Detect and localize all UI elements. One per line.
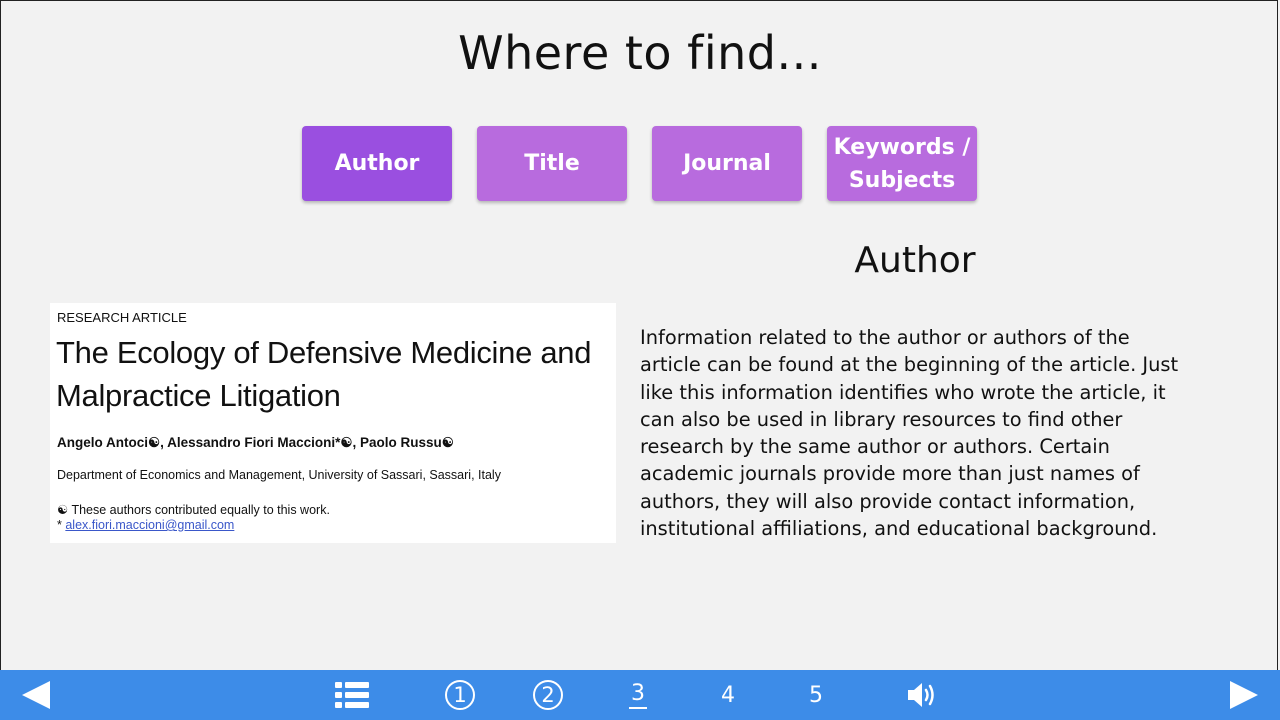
article-contribution-note: ☯ These authors contributed equally to t… (57, 503, 330, 517)
article-authors: Angelo Antoci☯, Alessandro Fiori Maccion… (57, 435, 454, 450)
section-body: Information related to the author or aut… (640, 326, 1179, 541)
article-affiliation: Department of Economics and Management, … (57, 468, 501, 482)
article-excerpt-image: RESEARCH ARTICLE The Ecology of Defensiv… (50, 303, 616, 543)
page-number: 2 (533, 680, 563, 710)
article-email-row: * alex.fiori.maccioni@gmail.com (57, 518, 234, 532)
article-title: The Ecology of Defensive Medicine and Ma… (56, 335, 592, 413)
page-number: 4 (721, 682, 735, 708)
tab-title[interactable]: Title (477, 126, 627, 201)
page-button-4[interactable]: 4 (708, 670, 748, 720)
tab-author[interactable]: Author (302, 126, 452, 201)
section-heading: Author (854, 240, 976, 281)
bottom-nav-bar: 1 2 3 4 5 (0, 670, 1280, 720)
triangle-left-icon (22, 681, 50, 709)
sound-button[interactable] (902, 670, 946, 720)
tab-journal[interactable]: Journal (652, 126, 802, 201)
tab-keywords-subjects[interactable]: Keywords / Subjects (827, 126, 977, 201)
speaker-icon (908, 683, 934, 707)
next-button[interactable] (1224, 670, 1264, 720)
menu-button[interactable] (330, 670, 374, 720)
page-button-2[interactable]: 2 (528, 670, 568, 720)
page-button-5[interactable]: 5 (796, 670, 836, 720)
page-number: 1 (445, 680, 475, 710)
page-button-3[interactable]: 3 (618, 670, 658, 720)
prev-button[interactable] (16, 670, 56, 720)
email-marker: * (57, 518, 62, 532)
page-number: 5 (809, 682, 823, 708)
page-title: Where to find... (458, 26, 822, 80)
list-icon (335, 682, 369, 708)
page-number: 3 (629, 681, 647, 709)
tab-bar: Author Title Journal Keywords / Subjects (302, 126, 977, 201)
page-button-1[interactable]: 1 (440, 670, 480, 720)
triangle-right-icon (1230, 681, 1258, 709)
article-label: RESEARCH ARTICLE (57, 310, 187, 325)
article-email-link[interactable]: alex.fiori.maccioni@gmail.com (65, 518, 234, 532)
